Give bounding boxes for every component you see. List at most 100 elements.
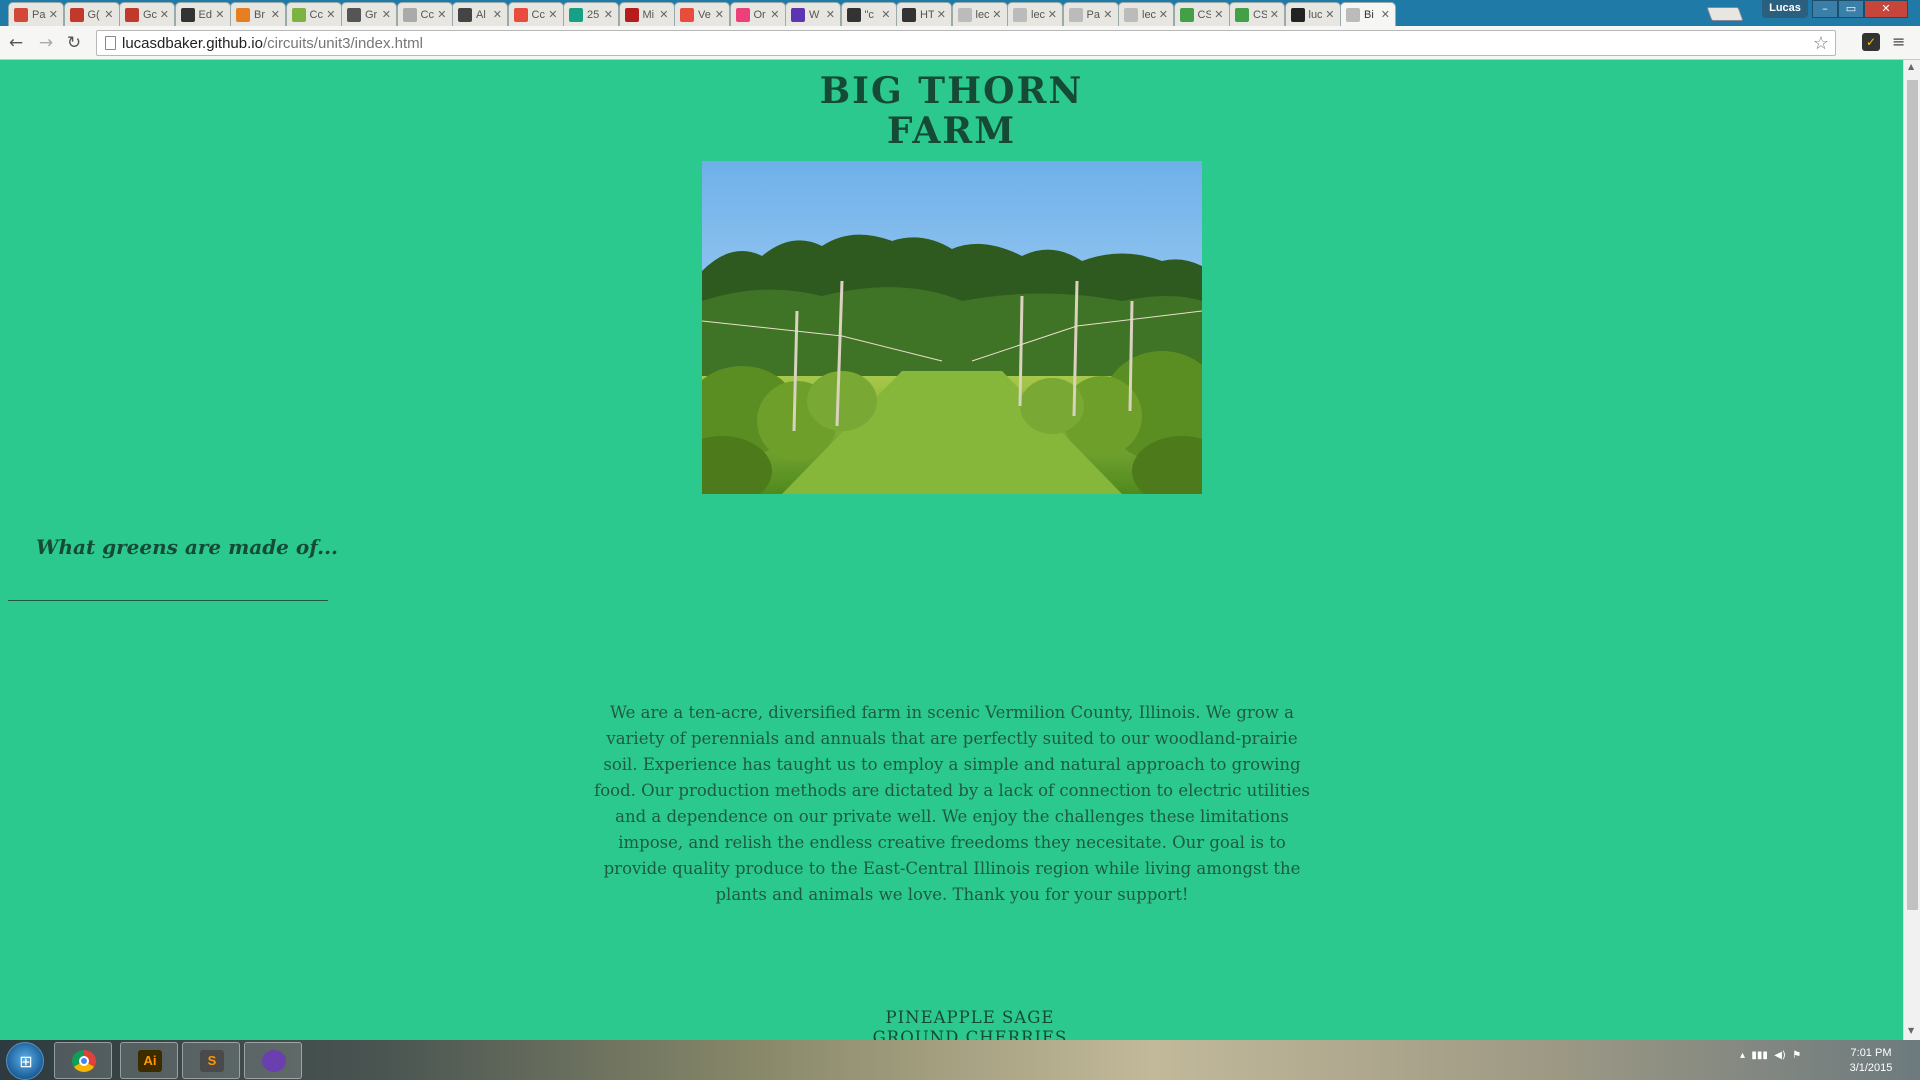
new-tab-button[interactable] — [1706, 7, 1744, 21]
tab-close-icon[interactable]: ✕ — [604, 8, 613, 21]
browser-tab[interactable]: Cc ✕ — [396, 2, 453, 26]
tab-label: Al — [476, 8, 486, 21]
tab-label: Pa — [1086, 8, 1100, 21]
browser-tab[interactable]: CS ✕ — [1229, 2, 1285, 26]
tab-close-icon[interactable]: ✕ — [1381, 8, 1390, 21]
address-bar[interactable]: lucasdbaker.github.io/circuits/unit3/ind… — [96, 30, 1836, 56]
tab-close-icon[interactable]: ✕ — [548, 8, 557, 21]
favicon-icon — [846, 7, 861, 22]
tab-close-icon[interactable]: ✕ — [160, 8, 169, 21]
favicon-icon — [735, 7, 750, 22]
window-controls: – ▭ ✕ — [1812, 0, 1908, 18]
windows-icon: ⊞ — [19, 1052, 33, 1071]
maximize-icon[interactable]: ▭ — [1838, 0, 1864, 18]
favicon-icon — [402, 7, 417, 22]
tab-label: CS — [1197, 8, 1212, 21]
tab-close-icon[interactable]: ✕ — [1048, 8, 1057, 21]
taskbar-app-illustrator[interactable]: Ai — [120, 1042, 178, 1079]
tab-close-icon[interactable]: ✕ — [271, 8, 280, 21]
browser-tab[interactable]: Ve ✕ — [674, 2, 730, 26]
favicon-icon — [236, 7, 250, 22]
tab-label: Ve — [698, 8, 711, 21]
tab-label: CS — [1253, 8, 1267, 21]
extension-icon[interactable]: ✓ — [1862, 33, 1880, 51]
tab-close-icon[interactable]: ✕ — [493, 8, 502, 21]
tab-close-icon[interactable]: ✕ — [437, 8, 446, 21]
taskbar-app-github[interactable] — [244, 1042, 302, 1079]
scrollbar-thumb[interactable] — [1907, 80, 1918, 910]
profile-button[interactable]: Lucas — [1762, 0, 1808, 18]
tab-label: 25 — [587, 8, 600, 21]
tab-label: Bi — [1364, 8, 1374, 21]
start-button[interactable]: ⊞ — [6, 1042, 44, 1080]
menu-icon[interactable]: ≡ — [1892, 32, 1905, 51]
tab-close-icon[interactable]: ✕ — [1103, 8, 1112, 21]
browser-tab[interactable]: Pa ✕ — [1062, 2, 1119, 26]
browser-tab[interactable]: Cc ✕ — [507, 2, 564, 26]
browser-tab[interactable]: HT ✕ — [896, 2, 952, 26]
browser-tab[interactable]: Ed ✕ — [174, 2, 231, 26]
browser-tab[interactable]: Gr ✕ — [341, 2, 397, 26]
tab-close-icon[interactable]: ✕ — [881, 8, 890, 21]
browser-tab[interactable]: W ✕ — [785, 2, 841, 26]
github-icon — [262, 1050, 286, 1072]
tab-label: W — [809, 8, 820, 21]
tab-label: Cc — [309, 8, 323, 21]
favicon-icon — [180, 7, 195, 22]
tab-close-icon[interactable]: ✕ — [215, 8, 224, 21]
tab-close-icon[interactable]: ✕ — [326, 8, 335, 21]
browser-tab[interactable]: CS ✕ — [1173, 2, 1230, 26]
tab-close-icon[interactable]: ✕ — [992, 8, 1001, 21]
vertical-scrollbar[interactable]: ▲ ▼ — [1903, 60, 1920, 1040]
browser-tab[interactable]: Or ✕ — [729, 2, 786, 26]
browser-tab[interactable]: Gc ✕ — [119, 2, 175, 26]
browser-tab[interactable]: Al ✕ — [452, 2, 508, 26]
taskbar-app-sublime-text[interactable]: S — [182, 1042, 240, 1079]
browser-tab[interactable]: Cc ✕ — [285, 2, 342, 26]
clock[interactable]: 7:01 PM 3/1/2015 — [1836, 1046, 1906, 1076]
illustrator-icon: Ai — [138, 1050, 162, 1072]
tab-label: Or — [753, 8, 766, 21]
tab-close-icon[interactable]: ✕ — [937, 8, 946, 21]
clock-time: 7:01 PM — [1850, 1047, 1892, 1059]
browser-tab[interactable]: Pa ✕ — [8, 2, 64, 26]
browser-tab[interactable]: "c ✕ — [840, 2, 897, 26]
back-icon[interactable]: ← — [6, 34, 26, 54]
tab-close-icon[interactable]: ✕ — [1214, 8, 1223, 21]
tab-close-icon[interactable]: ✕ — [1325, 8, 1334, 21]
tab-close-icon[interactable]: ✕ — [715, 8, 724, 21]
browser-tab[interactable]: G(✕ — [63, 2, 120, 26]
tab-close-icon[interactable]: ✕ — [659, 8, 668, 21]
tab-close-icon[interactable]: ✕ — [1159, 8, 1168, 21]
favicon-icon — [791, 7, 805, 22]
browser-tab[interactable]: 25 ✕ — [563, 2, 619, 26]
tab-close-icon[interactable]: ✕ — [770, 8, 779, 21]
minimize-icon[interactable]: – — [1812, 0, 1838, 18]
tab-close-icon[interactable]: ✕ — [104, 8, 113, 21]
forward-icon[interactable]: → — [36, 34, 56, 54]
close-window-icon[interactable]: ✕ — [1864, 0, 1908, 18]
reload-icon[interactable]: ↻ — [64, 34, 84, 54]
browser-tab[interactable]: Br ✕ — [230, 2, 286, 26]
favicon-icon — [1068, 7, 1083, 22]
bookmark-star-icon[interactable]: ☆ — [1813, 33, 1829, 54]
tab-close-icon[interactable]: ✕ — [382, 8, 391, 21]
browser-tab[interactable]: lec ✕ — [1118, 2, 1174, 26]
browser-tab[interactable]: Mi ✕ — [618, 2, 675, 26]
favicon-icon — [69, 7, 84, 22]
browser-tab[interactable]: luc ✕ — [1284, 2, 1341, 26]
scroll-up-icon[interactable]: ▲ — [1908, 62, 1914, 71]
crop-item: GROUND CHERRIES — [872, 1028, 1068, 1040]
taskbar-app-chrome[interactable] — [54, 1042, 112, 1079]
url-path: /circuits/unit3/index.html — [262, 34, 424, 52]
tab-label: Gr — [365, 8, 378, 21]
browser-tab[interactable]: lec ✕ — [1007, 2, 1063, 26]
tab-close-icon[interactable]: ✕ — [1270, 8, 1279, 21]
favicon-icon — [957, 7, 972, 22]
tab-close-icon[interactable]: ✕ — [49, 8, 58, 21]
browser-tab[interactable]: Bi ✕ — [1340, 2, 1396, 26]
tab-label: luc — [1308, 8, 1323, 21]
scroll-down-icon[interactable]: ▼ — [1908, 1026, 1914, 1035]
browser-tab[interactable]: lec ✕ — [951, 2, 1008, 26]
tab-close-icon[interactable]: ✕ — [826, 8, 835, 21]
